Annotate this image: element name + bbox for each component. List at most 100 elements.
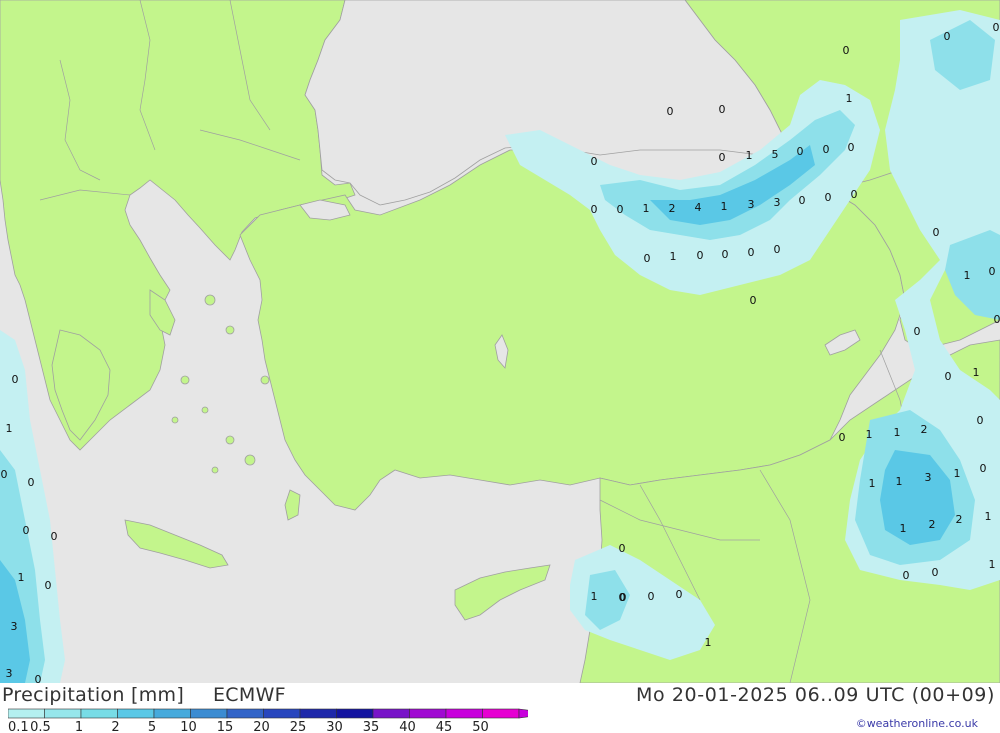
map-value-label: 0 — [722, 248, 729, 261]
scale-label: 0.5 — [30, 720, 51, 733]
map-value-label: 0 — [980, 462, 987, 475]
scale-label: 25 — [290, 720, 307, 733]
map-value-label: 0 — [591, 155, 598, 168]
scale-swatch — [372, 708, 410, 719]
scale-swatch — [190, 708, 228, 719]
color-scale: 0.1 0.5 1 2 5 10 15 20 25 30 35 40 45 50 — [8, 708, 528, 733]
map-value-label: 1 — [866, 428, 873, 441]
map-value-label: 1 — [6, 422, 13, 435]
map-value-label: 0 — [977, 414, 984, 427]
map-value-label: 0 — [12, 373, 19, 386]
scale-swatch — [8, 708, 45, 719]
map-value-label: 0 — [619, 542, 626, 555]
map-value-label: 4 — [695, 201, 702, 214]
scale-label: 1 — [75, 720, 83, 733]
map-value-label: 0 — [617, 203, 624, 216]
map-value-label: 3 — [6, 667, 13, 680]
map-value-label: 3 — [925, 471, 932, 484]
map-value-label: 0 — [989, 265, 996, 278]
map-value-label: 0 — [719, 103, 726, 116]
map-value-label: 0 — [28, 476, 35, 489]
map-value-label: 1 — [894, 426, 901, 439]
scale-label: 20 — [253, 720, 270, 733]
scale-arrow — [518, 708, 528, 719]
map-value-label: 1 — [846, 92, 853, 105]
map-value-label: 0 — [823, 143, 830, 156]
map-value-label: 1 — [954, 467, 961, 480]
map-value-label: 5 — [772, 148, 779, 161]
map-value-label: 0 — [648, 590, 655, 603]
map-value-label: 0 — [750, 294, 757, 307]
map-value-label: 1 — [973, 366, 980, 379]
map-value-label: 0 — [697, 249, 704, 262]
map-value-label: 0 — [797, 145, 804, 158]
map-value-label: 0 — [994, 313, 1000, 326]
scale-label: 15 — [217, 720, 234, 733]
map-value-label: 0 — [676, 588, 683, 601]
scale-swatch — [263, 708, 301, 719]
map-value-label: 0 — [914, 325, 921, 338]
scale-label: 5 — [148, 720, 156, 733]
map-value-label: 0 — [993, 21, 1000, 34]
map-value-label: 0 — [903, 569, 910, 582]
map-value-label: 1 — [746, 149, 753, 162]
map-value-label: 1 — [643, 202, 650, 215]
map-value-label: 3 — [11, 620, 18, 633]
map-title: Precipitation [mm] — [2, 684, 185, 706]
map-value-label: 0 — [932, 566, 939, 579]
map-value-label: 0 — [667, 105, 674, 118]
scale-label: 40 — [399, 720, 416, 733]
valid-time: Mo 20-01-2025 06..09 UTC (00+09) — [636, 684, 995, 706]
scale-swatch — [153, 708, 191, 719]
credit-link[interactable]: ©weatheronline.co.uk — [856, 717, 978, 730]
map-value-label: 1 — [670, 250, 677, 263]
scale-label: 45 — [436, 720, 453, 733]
map-value-label: 1 — [591, 590, 598, 603]
map-value-label: 1 — [705, 636, 712, 649]
map-value-label: 3 — [748, 198, 755, 211]
map-value-label: 2 — [669, 202, 676, 215]
scale-swatch — [44, 708, 82, 719]
scale-label: 10 — [180, 720, 197, 733]
map-footer: Precipitation [mm] ECMWF Mo 20-01-2025 0… — [0, 683, 1000, 733]
map-value-label: 1 — [985, 510, 992, 523]
map-value-label: 1 — [900, 522, 907, 535]
map-value-label: 1 — [721, 200, 728, 213]
map-value-label: 1 — [896, 475, 903, 488]
scale-swatch — [409, 708, 447, 719]
scale-swatch — [80, 708, 118, 719]
map-value-label: 0 — [51, 530, 58, 543]
map-value-label: 0 — [799, 194, 806, 207]
map-value-label: 0 — [748, 246, 755, 259]
map-value-label: 0 — [945, 370, 952, 383]
map-value-label: 0 — [23, 524, 30, 537]
scale-swatch — [117, 708, 155, 719]
scale-swatch — [336, 708, 374, 719]
map-value-label: 0 — [848, 141, 855, 154]
map-value-label: 0 — [35, 673, 42, 683]
precipitation-map: 0 0 0 1 0 0 0 0 1 5 0 0 0 0 0 1 2 4 1 3 3 0 0 0 0 1 0 0 0 0 0 0 0 1 0 0 0 0 1 0… — [0, 0, 1000, 683]
map-value-label: 0 — [591, 203, 598, 216]
map-value-label: 0 — [719, 151, 726, 164]
map-value-label: 2 — [956, 513, 963, 526]
map-value-label: 0 — [933, 226, 940, 239]
map-value-label: 1 — [18, 571, 25, 584]
scale-swatch — [299, 708, 337, 719]
map-value-label: 0 — [944, 30, 951, 43]
map-value-label: 0 — [843, 44, 850, 57]
scale-swatch — [445, 708, 483, 719]
map-value-label: 3 — [774, 196, 781, 209]
map-value-label: 2 — [921, 423, 928, 436]
map-value-label: 0 — [774, 243, 781, 256]
scale-label: 50 — [472, 720, 489, 733]
map-value-label: 1 — [989, 558, 996, 571]
map-value-label: 0 — [644, 252, 651, 265]
scale-label: 35 — [363, 720, 380, 733]
scale-label: 2 — [111, 720, 119, 733]
map-value-label: 0 — [45, 579, 52, 592]
map-value-label: 0 — [851, 188, 858, 201]
map-value-label: 2 — [929, 518, 936, 531]
scale-label: 0.1 — [8, 720, 29, 733]
model-name: ECMWF — [213, 684, 286, 706]
map-value-label: 0 — [1, 468, 8, 481]
